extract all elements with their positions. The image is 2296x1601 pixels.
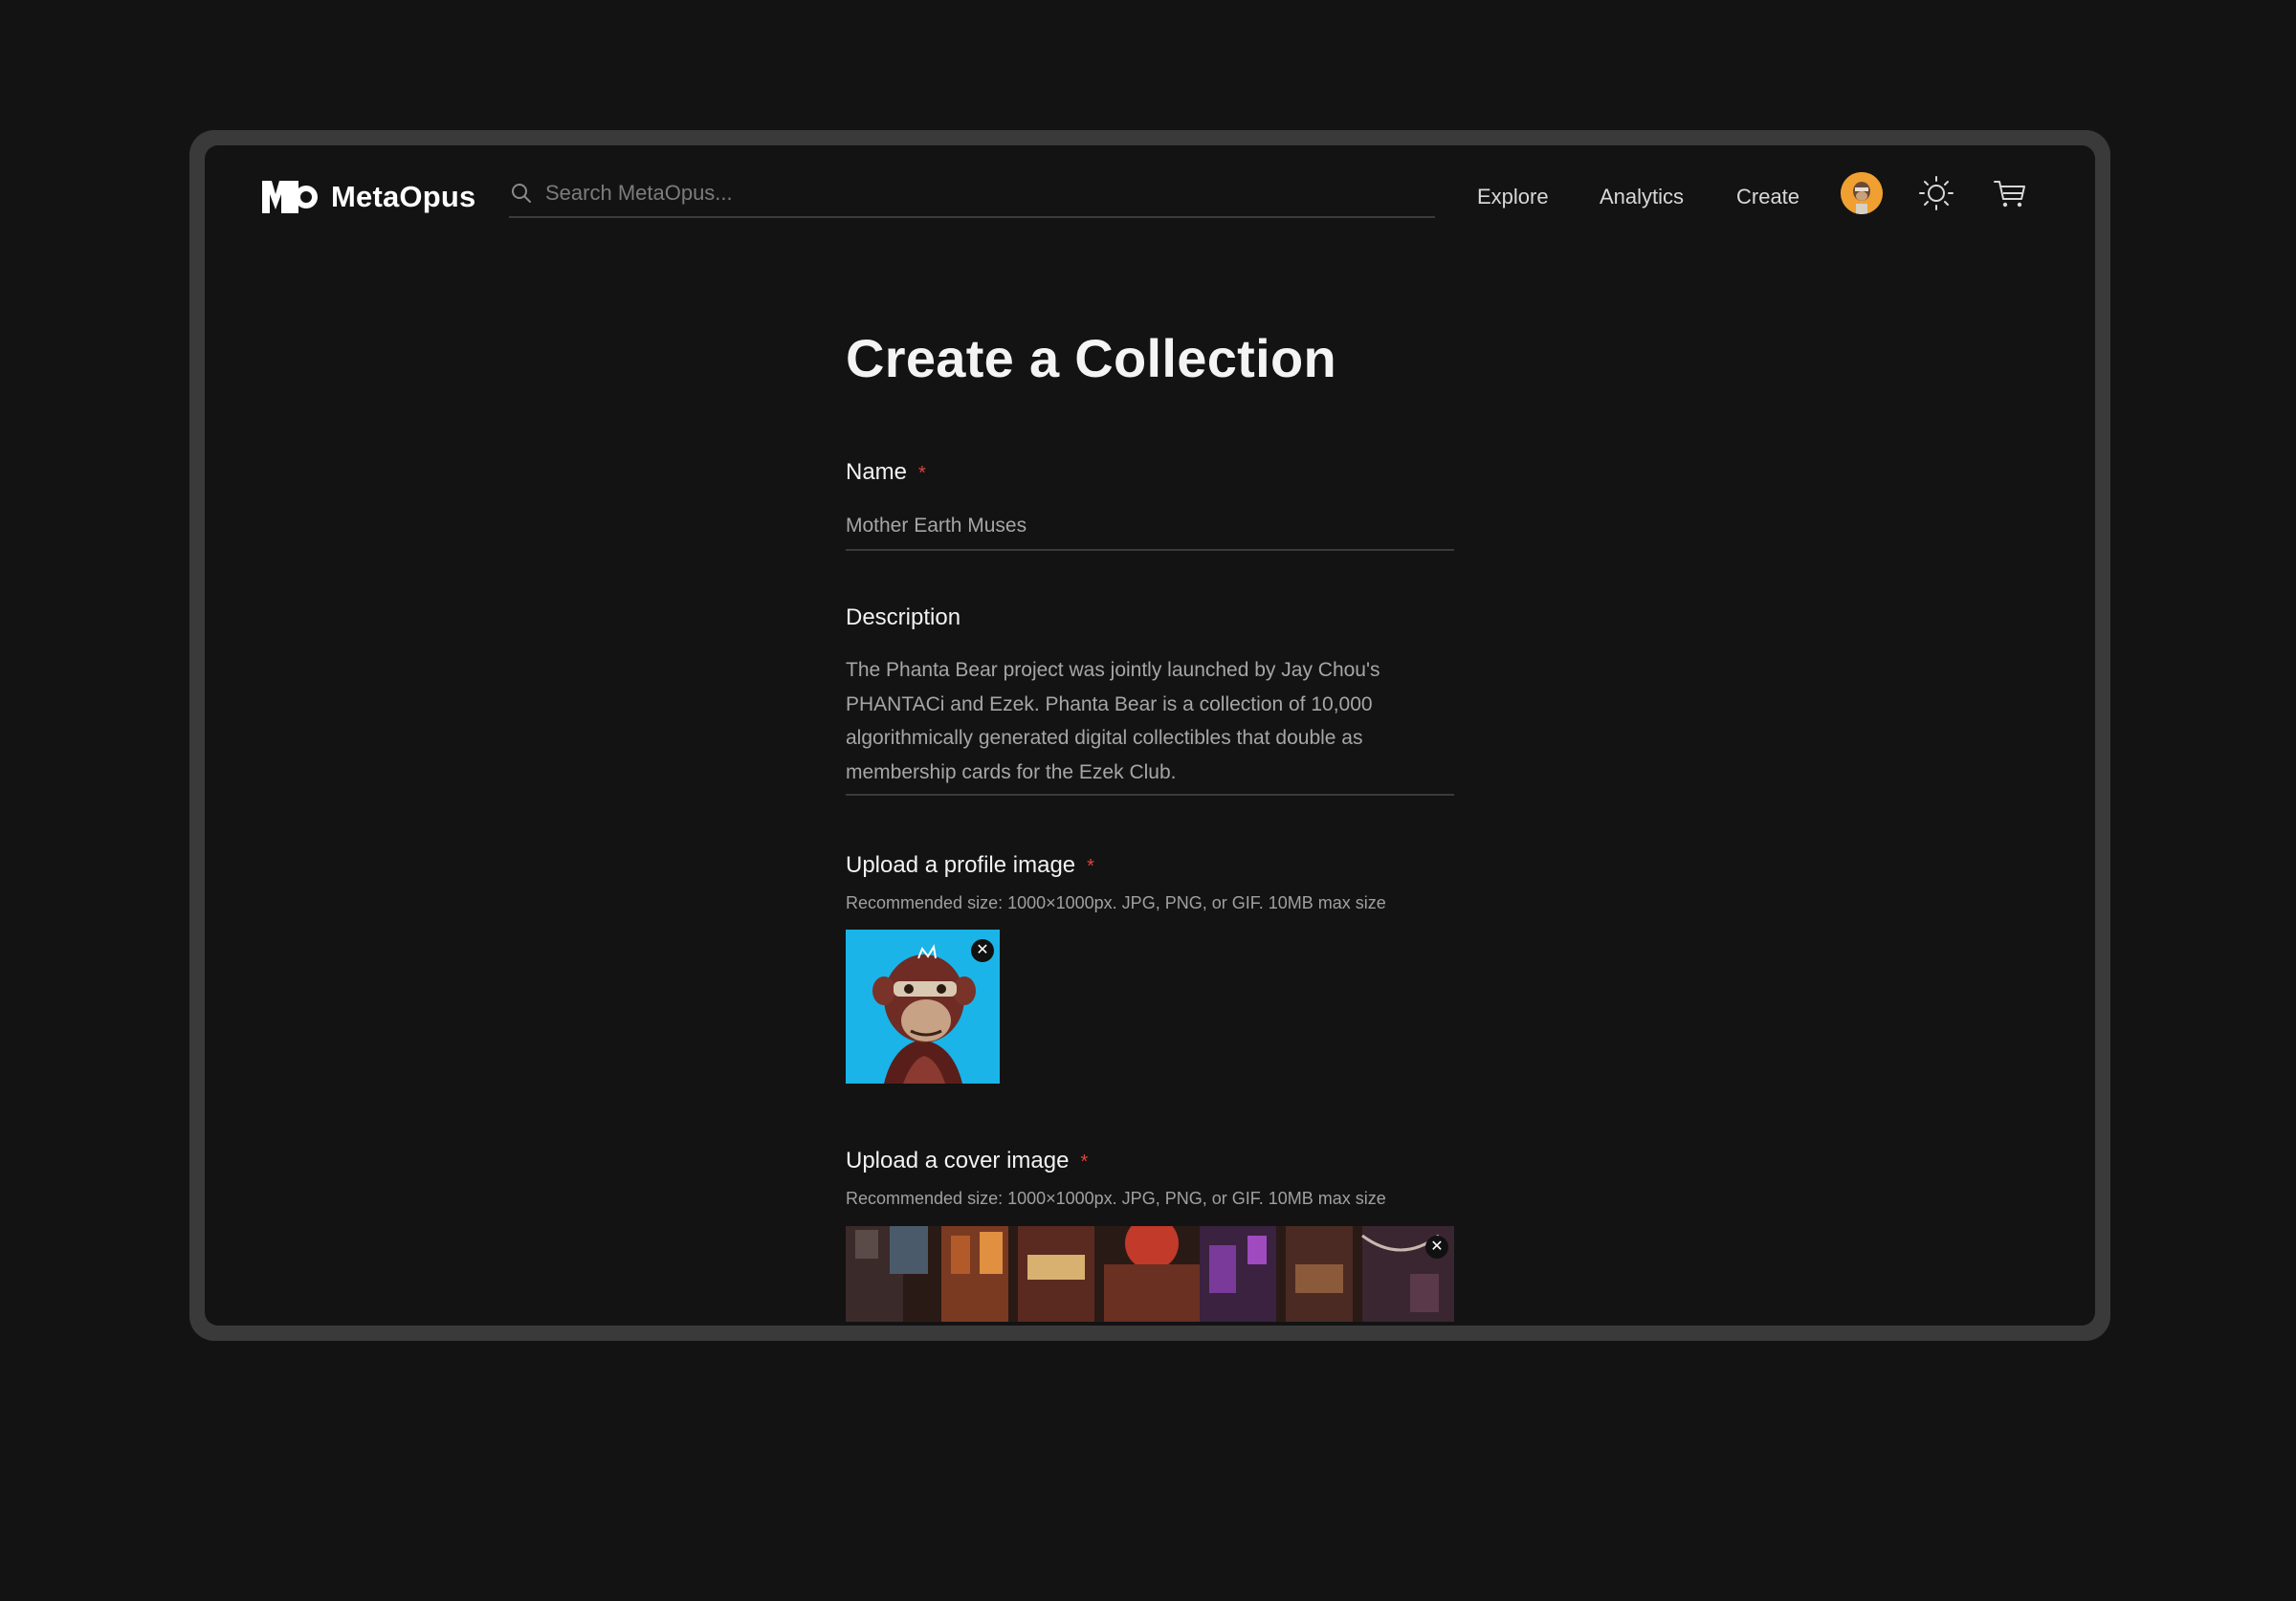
nav-explore[interactable]: Explore	[1477, 185, 1549, 209]
profile-image-hint: Recommended size: 1000×1000px. JPG, PNG,…	[846, 893, 1386, 912]
description-line: The Phanta Bear project was jointly laun…	[846, 659, 1380, 681]
ape-avatar-icon	[1841, 172, 1883, 214]
cover-image-label: Upload a cover image *	[846, 1148, 1088, 1174]
required-mark: *	[918, 463, 926, 484]
user-avatar[interactable]	[1841, 172, 1883, 214]
description-line: algorithmically generated digital collec…	[846, 727, 1363, 749]
profile-image-preview[interactable]: ✕	[846, 930, 1000, 1084]
metaopus-logo-icon	[262, 181, 318, 213]
cart-button[interactable]	[1991, 174, 2029, 212]
description-line: membership cards for the Ezek Club.	[846, 760, 1177, 783]
page-title: Create a Collection	[846, 328, 1336, 388]
nav-create[interactable]: Create	[1736, 185, 1799, 209]
cover-image-hint: Recommended size: 1000×1000px. JPG, PNG,…	[846, 1189, 1386, 1208]
nav-analytics[interactable]: Analytics	[1600, 185, 1684, 209]
description-label: Description	[846, 604, 960, 631]
theme-toggle-button[interactable]	[1917, 174, 1955, 212]
remove-cover-image-button[interactable]: ✕	[1425, 1236, 1448, 1259]
profile-image-label-text: Upload a profile image	[846, 852, 1076, 878]
cart-icon	[1994, 181, 2025, 208]
search-bar[interactable]	[509, 170, 1435, 218]
required-mark: *	[1080, 1151, 1089, 1173]
search-icon	[512, 184, 531, 203]
name-field-value: Mother Earth Muses	[846, 515, 1027, 537]
remove-profile-image-button[interactable]: ✕	[971, 939, 994, 962]
required-mark: *	[1087, 856, 1094, 877]
device-frame: MetaOpus Explore Analytics Create	[189, 130, 2110, 1341]
description-field[interactable]: The Phanta Bear project was jointly laun…	[846, 659, 1454, 796]
cover-scene-image	[846, 1226, 1454, 1322]
name-field[interactable]: Mother Earth Muses	[846, 515, 1454, 551]
name-label: Name *	[846, 459, 926, 486]
brand-name: MetaOpus	[331, 180, 476, 213]
cover-image-preview[interactable]: ✕	[846, 1226, 1454, 1322]
app-screen: MetaOpus Explore Analytics Create	[205, 145, 2095, 1326]
brand-logo[interactable]: MetaOpus	[262, 180, 475, 214]
profile-image-label: Upload a profile image *	[846, 852, 1094, 879]
description-label-text: Description	[846, 604, 961, 630]
cover-image-label-text: Upload a cover image	[846, 1148, 1070, 1173]
search-input[interactable]	[545, 181, 1406, 206]
description-line: PHANTACi and Ezek. Phanta Bear is a coll…	[846, 692, 1373, 715]
name-label-text: Name	[846, 459, 908, 485]
sun-icon	[1919, 176, 1954, 210]
